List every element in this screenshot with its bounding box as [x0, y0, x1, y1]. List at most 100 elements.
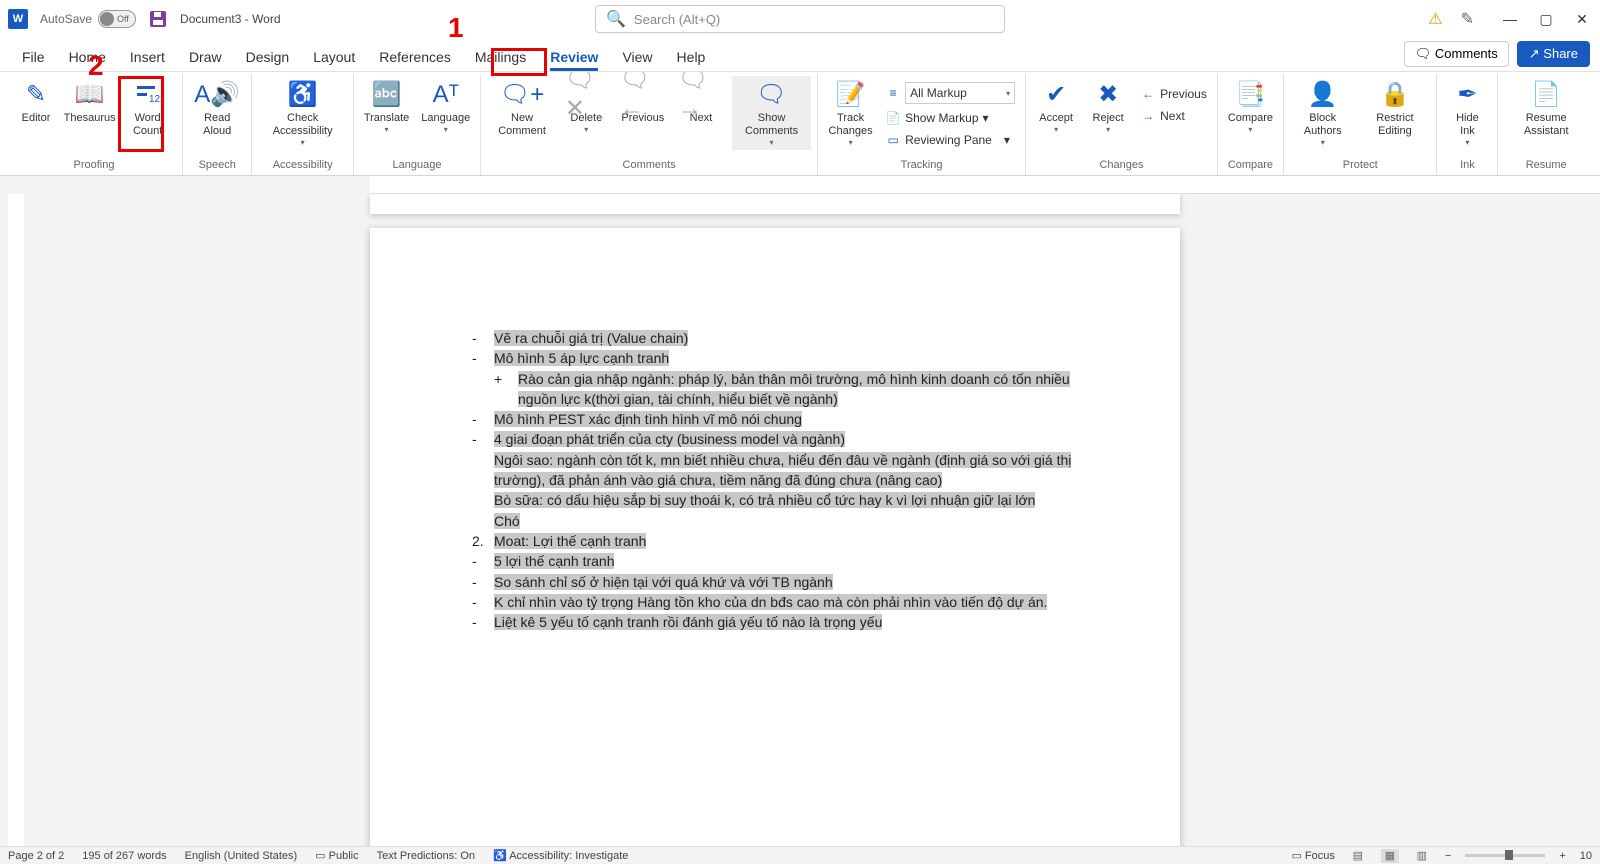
tab-insert[interactable]: Insert — [118, 43, 177, 71]
status-page[interactable]: Page 2 of 2 — [8, 850, 64, 862]
language-button[interactable]: AᵀLanguage▾ — [417, 76, 474, 137]
doc-line[interactable]: 2.Moat: Lợi thế cạnh tranh — [470, 531, 1080, 551]
changes-next-button[interactable]: →Next — [1136, 106, 1211, 126]
restrict-icon: 🔒 — [1380, 78, 1410, 112]
tab-file[interactable]: File — [10, 43, 57, 71]
tab-view[interactable]: View — [610, 43, 664, 71]
doc-line[interactable]: -Mô hình 5 áp lực cạnh tranh — [470, 348, 1080, 368]
group-label-speech: Speech — [189, 157, 245, 173]
reject-button[interactable]: ✖Reject▾ — [1084, 76, 1132, 137]
vertical-ruler[interactable] — [8, 194, 24, 846]
minimize-button[interactable]: — — [1500, 11, 1520, 28]
zoom-value[interactable]: 10 — [1580, 850, 1592, 862]
ribbon-review: ✎Editor 📖Thesaurus 123Word Count Proofin… — [0, 72, 1600, 176]
block-authors-button[interactable]: 👤Block Authors▾ — [1290, 76, 1355, 150]
compare-button[interactable]: 📑Compare▾ — [1224, 76, 1277, 137]
status-public[interactable]: ▭ Public — [315, 849, 358, 862]
print-layout-button[interactable]: ▦ — [1381, 849, 1399, 863]
word-app-icon: W — [8, 9, 28, 29]
restrict-editing-button[interactable]: 🔒Restrict Editing — [1359, 76, 1430, 140]
show-comments-button[interactable]: 🗨Show Comments▾ — [732, 76, 811, 150]
zoom-in-button[interactable]: + — [1559, 850, 1565, 862]
wordcount-button[interactable]: 123Word Count — [119, 76, 176, 140]
new-comment-icon: 🗨+ — [500, 78, 544, 112]
web-layout-button[interactable]: ▥ — [1413, 849, 1431, 863]
group-label-resume: Resume — [1504, 157, 1588, 173]
tab-help[interactable]: Help — [665, 43, 718, 71]
readaloud-button[interactable]: A🔊Read Aloud — [189, 76, 245, 140]
ribbon-tabs: File Home Insert Draw Design Layout Refe… — [0, 38, 1600, 72]
delete-comment-button[interactable]: 🗨✕Delete▾ — [561, 76, 612, 137]
pen-icon[interactable]: ✎ — [1461, 9, 1474, 29]
tab-draw[interactable]: Draw — [177, 43, 234, 71]
track-changes-button[interactable]: 📝Track Changes▾ — [824, 76, 877, 150]
translate-button[interactable]: 🔤Translate▾ — [360, 76, 413, 137]
status-accessibility[interactable]: ♿ Accessibility: Investigate — [493, 849, 628, 862]
next-comment-icon: 🗨→ — [678, 78, 724, 112]
doc-line[interactable]: -Mô hình PEST xác định tình hình vĩ mô n… — [470, 409, 1080, 429]
group-tracking: 📝Track Changes▾ ≡All Markup▾ 📄Show Marku… — [818, 74, 1026, 175]
editor-button[interactable]: ✎Editor — [12, 76, 60, 127]
accept-button[interactable]: ✔Accept▾ — [1032, 76, 1080, 137]
maximize-button[interactable]: ▢ — [1536, 11, 1556, 28]
group-accessibility: ♿Check Accessibility▾ Accessibility — [252, 74, 353, 175]
prev-icon: ← — [1140, 86, 1156, 102]
resume-assistant-button[interactable]: 📄Resume Assistant — [1504, 76, 1588, 140]
changes-previous-button[interactable]: ←Previous — [1136, 84, 1211, 104]
document-page[interactable]: -Vẽ ra chuỗi giá trị (Value chain)-Mô hì… — [370, 228, 1180, 846]
zoom-out-button[interactable]: − — [1445, 850, 1451, 862]
tab-mailings[interactable]: Mailings — [463, 43, 538, 71]
svg-text:123: 123 — [149, 94, 161, 105]
doc-line[interactable]: +Rào cản gia nhập ngành: pháp lý, bản th… — [470, 369, 1080, 410]
tab-review[interactable]: Review — [538, 43, 610, 71]
next-comment-button[interactable]: 🗨→Next — [674, 76, 728, 127]
save-icon[interactable] — [148, 9, 168, 29]
tab-layout[interactable]: Layout — [301, 43, 367, 71]
thesaurus-button[interactable]: 📖Thesaurus — [64, 76, 115, 127]
read-mode-button[interactable]: ▤ — [1349, 849, 1367, 863]
toggle-knob — [100, 12, 114, 26]
resume-icon: 📄 — [1531, 78, 1561, 112]
group-language: 🔤Translate▾ AᵀLanguage▾ Language — [354, 74, 481, 175]
group-label-proofing: Proofing — [12, 157, 176, 173]
doc-line[interactable]: -So sánh chỉ số ở hiện tại với quá khứ v… — [470, 572, 1080, 592]
doc-line[interactable]: -5 lợi thế cạnh tranh — [470, 551, 1080, 571]
showmarkup-icon: 📄 — [885, 110, 901, 126]
share-button[interactable]: ↗ Share — [1517, 41, 1590, 67]
markup-dropdown[interactable]: ≡All Markup▾ — [881, 80, 1019, 106]
group-protect: 👤Block Authors▾ 🔒Restrict Editing Protec… — [1284, 74, 1437, 175]
status-predictions[interactable]: Text Predictions: On — [377, 850, 475, 862]
tab-home[interactable]: Home — [57, 43, 118, 71]
doc-line[interactable]: Bò sữa: có dấu hiệu sắp bị suy thoái k, … — [470, 490, 1080, 510]
autosave-toggle[interactable]: Off — [98, 10, 136, 28]
group-comments: 🗨+New Comment 🗨✕Delete▾ 🗨←Previous 🗨→Nex… — [481, 74, 818, 175]
focus-button[interactable]: ▭ Focus — [1291, 849, 1334, 862]
zoom-slider[interactable] — [1465, 854, 1545, 857]
show-markup-button[interactable]: 📄Show Markup ▾ — [881, 108, 1019, 128]
doc-line[interactable]: -Vẽ ra chuỗi giá trị (Value chain) — [470, 328, 1080, 348]
search-placeholder: Search (Alt+Q) — [634, 12, 720, 27]
new-comment-button[interactable]: 🗨+New Comment — [487, 76, 557, 140]
doc-line[interactable]: Chó — [470, 511, 1080, 531]
reviewing-pane-button[interactable]: ▭Reviewing Pane ▾ — [881, 130, 1019, 150]
search-input[interactable]: 🔍 Search (Alt+Q) — [595, 5, 1005, 33]
horizontal-ruler[interactable] — [0, 176, 1600, 194]
translate-icon: 🔤 — [372, 78, 402, 112]
warning-icon[interactable]: ⚠ — [1428, 9, 1442, 29]
tab-design[interactable]: Design — [234, 43, 302, 71]
status-language[interactable]: English (United States) — [185, 850, 298, 862]
prev-comment-button[interactable]: 🗨←Previous — [616, 76, 670, 127]
group-speech: A🔊Read Aloud Speech — [183, 74, 252, 175]
group-label-language: Language — [360, 157, 474, 173]
tab-references[interactable]: References — [367, 43, 463, 71]
comments-button[interactable]: 🗨 Comments — [1404, 41, 1509, 67]
close-button[interactable]: ✕ — [1572, 11, 1592, 28]
doc-line[interactable]: -Liệt kê 5 yếu tố cạnh tranh rồi đánh gi… — [470, 612, 1080, 632]
doc-line[interactable]: -4 giai đoạn phát triển của cty (busines… — [470, 429, 1080, 449]
doc-line[interactable]: Ngôi sao: ngành còn tốt k, mn biết nhiều… — [470, 450, 1080, 491]
hide-ink-button[interactable]: ✒Hide Ink▾ — [1443, 76, 1491, 150]
doc-line[interactable]: -K chỉ nhìn vào tỷ trọng Hàng tồn kho củ… — [470, 592, 1080, 612]
group-label-ink: Ink — [1443, 157, 1491, 173]
check-accessibility-button[interactable]: ♿Check Accessibility▾ — [258, 76, 346, 150]
status-words[interactable]: 195 of 267 words — [82, 850, 166, 862]
